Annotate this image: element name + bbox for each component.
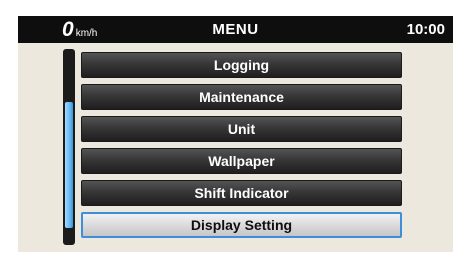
menu-item-shift-indicator[interactable]: Shift Indicator [81, 180, 402, 206]
menu-item-display-setting[interactable]: Display Setting [81, 212, 402, 238]
menu-scrollbar[interactable] [63, 49, 75, 245]
clock: 10:00 [406, 21, 445, 38]
menu-item-maintenance[interactable]: Maintenance [81, 84, 402, 110]
status-bar: 0 km/h MENU 10:00 [18, 16, 453, 43]
scrollbar-thumb[interactable] [65, 102, 73, 228]
page-title: MENU [212, 21, 259, 38]
menu-item-wallpaper[interactable]: Wallpaper [81, 148, 402, 174]
menu-item-logging[interactable]: Logging [81, 52, 402, 78]
menu-item-unit[interactable]: Unit [81, 116, 402, 142]
display-screen: 0 km/h MENU 10:00 Logging Maintenance Un… [18, 16, 453, 252]
